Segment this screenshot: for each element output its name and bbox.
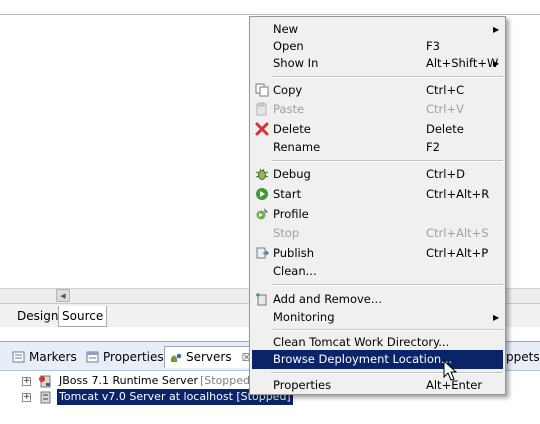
editor-ruler-line (0, 14, 540, 15)
menu-separator (271, 329, 503, 331)
menu-item-publish[interactable]: Publish Ctrl+Alt+P (252, 244, 503, 263)
expand-icon[interactable]: + (22, 376, 31, 386)
menu-item-label: Paste (273, 102, 305, 116)
context-menu: New ▶ Open F3 Show In Alt+Shift+W ▶ Copy… (249, 16, 506, 395)
server-name: JBoss 7.1 Runtime Server (59, 374, 198, 387)
menu-item-shortcut: Ctrl+Alt+P (426, 246, 489, 260)
menu-item-delete[interactable]: Delete Delete (252, 120, 503, 139)
tab-snippets[interactable]: ppets (506, 348, 540, 366)
profile-icon (256, 208, 268, 220)
menu-separator (271, 160, 503, 162)
menu-item-browse-deployment-location[interactable]: Browse Deployment Location... (252, 350, 503, 369)
debug-icon (255, 168, 269, 180)
markers-icon (12, 351, 25, 363)
menu-item-clean[interactable]: Clean... (252, 262, 503, 281)
copy-icon (255, 83, 269, 97)
menu-item-shortcut: Ctrl+C (426, 83, 465, 97)
submenu-arrow-icon: ▶ (493, 313, 500, 322)
menu-item-shortcut: Ctrl+Alt+R (426, 187, 490, 201)
properties-icon (86, 351, 99, 363)
delete-icon (255, 122, 269, 136)
menu-item-label: Show In (273, 56, 319, 70)
tab-servers-label: Servers (186, 350, 232, 364)
menu-item-stop: Stop Ctrl+Alt+S (252, 224, 503, 243)
menu-item-label: Start (273, 187, 302, 201)
menu-item-properties[interactable]: Properties Alt+Enter (252, 376, 503, 395)
tab-design[interactable]: Design (14, 306, 63, 326)
servers-icon (171, 353, 182, 362)
menu-item-shortcut: F2 (426, 140, 440, 154)
menu-item-start[interactable]: Start Ctrl+Alt+R (252, 185, 503, 204)
menu-item-label: Debug (273, 167, 311, 181)
server-icon (40, 391, 51, 404)
menu-item-rename[interactable]: Rename F2 (252, 138, 503, 157)
menu-item-paste: Paste Ctrl+V (252, 100, 503, 119)
server-status: [Stopped] (199, 374, 255, 387)
menu-item-shortcut: Alt+Shift+W (426, 56, 499, 70)
menu-item-label: Monitoring (273, 310, 335, 324)
menu-item-label: Browse Deployment Location... (273, 352, 453, 366)
tab-snippets-label: ppets (506, 350, 540, 364)
tree-row-jboss[interactable]: + JBoss 7.1 Runtime Server [Stopped] (0, 373, 254, 389)
publish-icon (256, 247, 269, 259)
menu-item-label: Publish (273, 246, 314, 260)
menu-separator (271, 76, 503, 78)
menu-item-label: Clean... (273, 264, 317, 278)
menu-item-shortcut: Ctrl+D (426, 167, 465, 181)
tab-markers[interactable]: Markers (12, 348, 77, 366)
tab-source[interactable]: Source (58, 306, 108, 327)
menu-item-shortcut: Delete (426, 122, 464, 136)
tab-properties-label: Properties (103, 350, 164, 364)
menu-item-debug[interactable]: Debug Ctrl+D (252, 165, 503, 184)
menu-item-label: Stop (273, 226, 300, 240)
menu-item-add-and-remove[interactable]: Add and Remove... (252, 290, 503, 309)
tab-properties[interactable]: Properties (86, 348, 164, 366)
start-icon (256, 188, 268, 200)
expand-icon[interactable]: + (22, 392, 31, 402)
tab-markers-label: Markers (29, 350, 77, 364)
menu-item-label: Copy (273, 83, 303, 97)
scroll-left-arrow-icon[interactable]: ◀ (56, 289, 70, 302)
menu-separator (271, 372, 503, 374)
menu-item-shortcut: Ctrl+Alt+S (426, 226, 489, 240)
menu-item-label: Delete (273, 122, 311, 136)
menu-item-shortcut: Ctrl+V (426, 102, 464, 116)
menu-item-label: Profile (273, 207, 309, 221)
server-icon (39, 375, 51, 388)
menu-separator (271, 284, 503, 286)
menu-item-monitoring[interactable]: Monitoring ▶ (252, 308, 503, 327)
menu-item-label: Add and Remove... (273, 292, 382, 306)
menu-item-copy[interactable]: Copy Ctrl+C (252, 81, 503, 100)
paste-icon (256, 102, 267, 116)
menu-item-label: Rename (273, 140, 321, 154)
server-name-text: Tomcat v7.0 Server at localhost (59, 390, 233, 403)
menu-item-show-in[interactable]: Show In Alt+Shift+W ▶ (252, 54, 503, 73)
mouse-cursor-icon (443, 360, 458, 381)
menu-item-profile[interactable]: Profile (252, 205, 503, 224)
add-remove-icon (256, 293, 267, 306)
submenu-arrow-icon: ▶ (493, 59, 500, 68)
menu-item-label: Properties (273, 378, 332, 392)
tab-servers[interactable]: Servers ☒ (164, 346, 259, 368)
